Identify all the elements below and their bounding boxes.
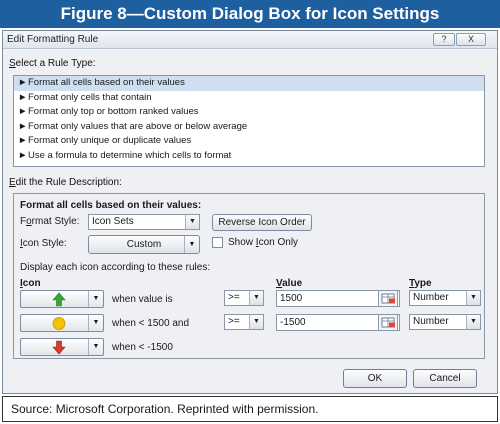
- chevron-down-icon[interactable]: ▼: [249, 291, 263, 305]
- figure-title: Figure 8—Custom Dialog Box for Icon Sett…: [0, 0, 500, 28]
- bullet-arrow-icon: ►: [18, 91, 28, 103]
- operator-value-1: >=: [228, 292, 240, 303]
- chevron-down-icon[interactable]: ▼: [249, 315, 263, 329]
- value-column-header: Value: [276, 278, 303, 289]
- rule-type-item[interactable]: ►Format only values that are above or be…: [14, 120, 484, 135]
- chevron-down-icon[interactable]: ▼: [184, 236, 199, 253]
- help-button[interactable]: ?: [433, 33, 455, 46]
- title-bar: Edit Formatting Rule ? X: [3, 31, 497, 49]
- rules-intro: Display each icon according to these rul…: [20, 262, 211, 273]
- chevron-down-icon[interactable]: ▼: [88, 315, 103, 331]
- bullet-arrow-icon: ►: [18, 77, 28, 88]
- source-caption: Source: Microsoft Corporation. Reprinted…: [2, 396, 498, 422]
- rule-type-label: Select a Rule Type:: [9, 58, 96, 69]
- type-column-header: Type: [409, 278, 432, 289]
- cell-reference-button-1[interactable]: [378, 290, 398, 307]
- chevron-down-icon[interactable]: ▼: [466, 291, 480, 305]
- type-select-2[interactable]: Number ▼: [409, 314, 481, 330]
- green-up-arrow-icon: [52, 292, 66, 307]
- rule-type-list[interactable]: ►Format all cells based on their values …: [13, 75, 485, 167]
- chevron-down-icon[interactable]: ▼: [185, 215, 199, 229]
- chevron-down-icon[interactable]: ▼: [88, 291, 103, 307]
- icon-style-label: Icon Style:: [20, 238, 67, 249]
- bullet-arrow-icon: ►: [18, 135, 28, 147]
- format-style-select[interactable]: Icon Sets ▼: [88, 214, 200, 230]
- bullet-arrow-icon: ►: [18, 120, 28, 132]
- cancel-button[interactable]: Cancel: [413, 369, 477, 388]
- window-title: Edit Formatting Rule: [7, 34, 99, 45]
- description-heading: Format all cells based on their values:: [20, 200, 202, 211]
- operator-select-1[interactable]: >= ▼: [224, 290, 264, 306]
- rule-type-item[interactable]: ►Use a formula to determine which cells …: [14, 149, 484, 164]
- rule-description-label: Edit the Rule Description:: [9, 177, 122, 188]
- operator-select-2[interactable]: >= ▼: [224, 314, 264, 330]
- icon-picker-3[interactable]: ▼: [20, 338, 104, 356]
- operator-value-2: >=: [228, 316, 240, 327]
- rule-condition-1: when value is: [112, 294, 173, 305]
- rule-type-item[interactable]: ►Format only top or bottom ranked values: [14, 105, 484, 120]
- bullet-arrow-icon: ►: [18, 149, 28, 161]
- cell-reference-icon: [381, 317, 395, 328]
- icon-style-value: Custom: [126, 239, 162, 250]
- cell-reference-button-2[interactable]: [378, 314, 398, 331]
- rule-description-panel: Format all cells based on their values: …: [13, 193, 485, 359]
- rule-condition-3: when < -1500: [112, 342, 173, 353]
- ok-button[interactable]: OK: [343, 369, 407, 388]
- icon-picker-2[interactable]: ▼: [20, 314, 104, 332]
- show-icon-only-label: Show Icon Only: [228, 237, 299, 248]
- show-icon-only-checkbox[interactable]: [212, 237, 223, 248]
- rule-type-item[interactable]: ►Format only cells that contain: [14, 91, 484, 106]
- icon-style-select[interactable]: Custom ▼: [88, 235, 200, 254]
- icon-column-header: Icon: [20, 278, 41, 289]
- chevron-down-icon[interactable]: ▼: [466, 315, 480, 329]
- rule-condition-2: when < 1500 and: [112, 318, 190, 329]
- cell-reference-icon: [381, 293, 395, 304]
- type-value-1: Number: [413, 292, 449, 303]
- yellow-circle-icon: [52, 317, 66, 330]
- reverse-icon-order-button[interactable]: Reverse Icon Order: [212, 214, 312, 231]
- type-value-2: Number: [413, 316, 449, 327]
- edit-formatting-rule-dialog: Edit Formatting Rule ? X Select a Rule T…: [2, 30, 498, 394]
- chevron-down-icon[interactable]: ▼: [88, 339, 103, 355]
- bullet-arrow-icon: ►: [18, 106, 28, 118]
- format-style-value: Icon Sets: [92, 216, 134, 227]
- icon-picker-1[interactable]: ▼: [20, 290, 104, 308]
- rule-type-item[interactable]: ►Format all cells based on their values: [14, 76, 484, 91]
- format-style-label: Format Style:: [20, 216, 80, 227]
- close-button[interactable]: X: [456, 33, 486, 46]
- type-select-1[interactable]: Number ▼: [409, 290, 481, 306]
- rule-type-item[interactable]: ►Format only unique or duplicate values: [14, 134, 484, 149]
- red-down-arrow-icon: [52, 340, 66, 355]
